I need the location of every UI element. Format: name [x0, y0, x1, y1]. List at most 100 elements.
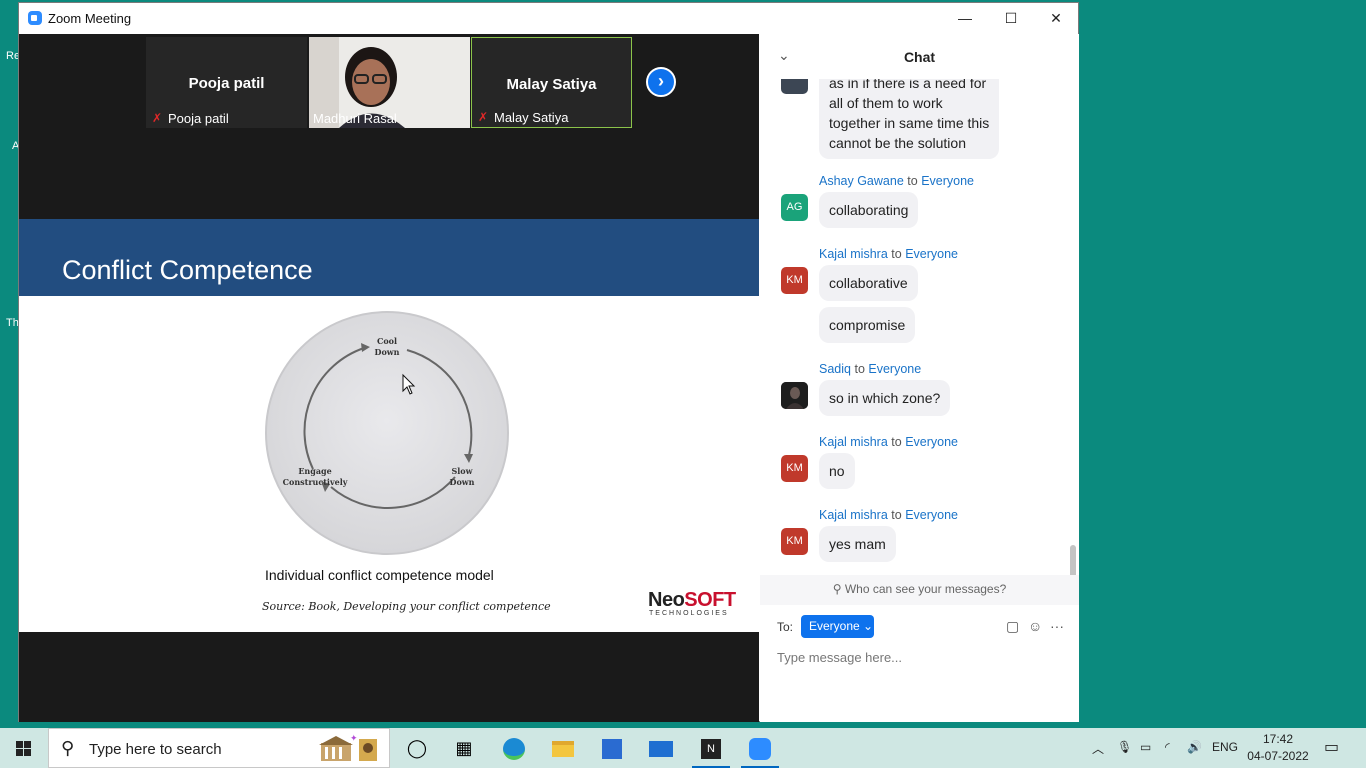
participant-tile[interactable]: Malay Satiya ✗ Malay Satiya	[471, 37, 632, 128]
sender-target[interactable]: Everyone	[921, 174, 974, 188]
language-indicator[interactable]: ENG	[1212, 740, 1238, 754]
conflict-competence-diagram: Cool Down Slow Down Engage Constructivel…	[265, 311, 509, 555]
logo-neo: Neo	[648, 589, 685, 611]
minimize-button[interactable]: —	[942, 3, 988, 34]
neosoft-logo: NeoSOFT	[648, 589, 736, 612]
cortana-icon[interactable]: ◯	[394, 728, 440, 768]
diagram-label-slow-down: Down	[450, 477, 475, 487]
slide-header: Conflict Competence	[19, 219, 759, 296]
participant-name-large: Malay Satiya	[506, 76, 597, 93]
desktop-label[interactable]: Th	[6, 317, 19, 329]
microphone-icon[interactable]: 🎙	[1117, 740, 1132, 754]
sender-name[interactable]: Kajal mishra	[819, 247, 888, 261]
clock-time: 17:42	[1262, 732, 1294, 746]
avatar-photo	[781, 382, 808, 409]
avatar: KM	[781, 528, 808, 555]
logo-soft: SOFT	[684, 589, 736, 611]
task-view-icon[interactable]: ▦	[441, 728, 487, 768]
edge-icon[interactable]	[491, 728, 537, 768]
chat-bubble: collaborating	[819, 192, 919, 228]
sender-target[interactable]: Everyone	[868, 362, 921, 376]
emoji-icon[interactable]: ☺	[1028, 618, 1042, 634]
chat-bubble: compromise	[819, 307, 916, 343]
chat-scrollbar[interactable]	[1070, 545, 1076, 579]
chat-bubble: so in which zone?	[819, 380, 951, 416]
maximize-button[interactable]: ☐	[988, 3, 1034, 34]
sender-name[interactable]: Ashay Gawane	[819, 174, 904, 188]
zoom-logo-icon	[28, 11, 42, 25]
to-label: To:	[777, 620, 794, 634]
diagram-label-slow: Slow	[451, 466, 473, 476]
close-button[interactable]: ✕	[1033, 3, 1079, 34]
avatar: KM	[781, 267, 808, 294]
taskbar: ⚲ Type here to search ✦ ◯ ▦ N ︿ 🎙 ▭ ◜ 🔊 …	[0, 728, 1366, 768]
participant-name-large: Pooja patil	[188, 75, 265, 92]
file-icon[interactable]: ▢	[1006, 618, 1019, 635]
diagram-label-cool-down: Down	[375, 347, 400, 357]
sender-target[interactable]: Everyone	[905, 435, 958, 449]
avatar	[781, 382, 808, 409]
show-hidden-icons-icon[interactable]: ︿	[1092, 740, 1104, 757]
chat-line: as in if there is a need for	[829, 79, 987, 91]
chat-line: all of them to work	[829, 95, 943, 111]
slide-source: Source: Book, Developing your conflict c…	[262, 600, 551, 613]
more-icon[interactable]: ···	[1050, 618, 1064, 634]
title-bar: Zoom Meeting — ☐ ✕	[19, 3, 1078, 34]
chevron-down-icon: ⌄	[863, 619, 874, 633]
onenote-icon[interactable]: N	[688, 728, 734, 768]
diagram-label-constructively: Constructively	[283, 477, 348, 487]
who-can-see-link[interactable]: ⚲ Who can see your messages?	[760, 575, 1079, 605]
system-clock[interactable]: 17:42 04-07-2022	[1245, 731, 1311, 765]
participant-tile[interactable]: Pooja patil ✗ Pooja patil	[146, 37, 307, 128]
wifi-icon[interactable]: ◜	[1165, 740, 1170, 754]
sender-name[interactable]: Sadiq	[819, 362, 851, 376]
chat-message-input[interactable]	[777, 646, 1067, 668]
participant-video-tile[interactable]: Madhuri Rasal	[309, 37, 470, 128]
diagram-label-engage: Engage	[298, 466, 331, 476]
sender-target[interactable]: Everyone	[905, 247, 958, 261]
next-page-button[interactable]: ›	[646, 67, 676, 97]
svg-text:✦: ✦	[350, 733, 358, 743]
search-icon: ⚲	[61, 738, 75, 758]
sender-name[interactable]: Kajal mishra	[819, 435, 888, 449]
file-explorer-icon[interactable]	[540, 728, 586, 768]
avatar: AG	[781, 194, 808, 221]
sender-to: to	[854, 362, 865, 376]
battery-icon[interactable]: ▭	[1140, 740, 1151, 754]
chat-messages[interactable]: as in if there is a need for all of them…	[760, 79, 1070, 575]
chat-line: together in same time this	[829, 115, 990, 131]
notifications-icon[interactable]: ▭	[1324, 737, 1339, 757]
message-sender: Kajal mishra to Everyone	[819, 247, 958, 261]
chat-title: Chat	[903, 49, 936, 65]
zoom-icon[interactable]	[737, 728, 783, 768]
who-can-see-text: Who can see your messages?	[844, 582, 1007, 596]
volume-icon[interactable]: 🔊	[1187, 740, 1202, 754]
chat-bubble: yes mam	[819, 526, 896, 562]
sender-target[interactable]: Everyone	[905, 508, 958, 522]
sender-name[interactable]: Kajal mishra	[819, 508, 888, 522]
sender-to: to	[891, 435, 902, 449]
chat-line: cannot be the solution	[829, 135, 966, 151]
slide-title: Conflict Competence	[62, 255, 313, 285]
message-sender: Sadiq to Everyone	[819, 362, 921, 376]
mic-muted-icon: ✗	[152, 111, 163, 125]
store-icon[interactable]	[589, 728, 635, 768]
chat-bubble: collaborative	[819, 265, 918, 301]
participant-label: Malay Satiya	[494, 110, 569, 125]
chat-bubble: no	[819, 453, 855, 489]
taskbar-search[interactable]: ⚲ Type here to search ✦	[48, 728, 390, 768]
sender-to: to	[891, 508, 902, 522]
zoom-window: Zoom Meeting — ☐ ✕ Pooja patil ✗ Pooja p…	[18, 2, 1079, 722]
recipient-dropdown[interactable]: Everyone ⌄	[801, 615, 874, 638]
clock-date: 04-07-2022	[1247, 749, 1309, 763]
sender-to: to	[907, 174, 918, 188]
meeting-area: Pooja patil ✗ Pooja patil Madhuri Rasal …	[19, 34, 759, 722]
window-title: Zoom Meeting	[48, 11, 132, 26]
mail-icon[interactable]	[638, 728, 684, 768]
recipient-value: Everyone	[809, 619, 860, 633]
windows-start-icon[interactable]	[0, 728, 48, 768]
message-sender: Kajal mishra to Everyone	[819, 435, 958, 449]
diagram-label-cool: Cool	[377, 336, 397, 346]
user-lock-icon: ⚲	[832, 582, 842, 596]
chat-header: ⌄ Chat	[760, 34, 1079, 79]
